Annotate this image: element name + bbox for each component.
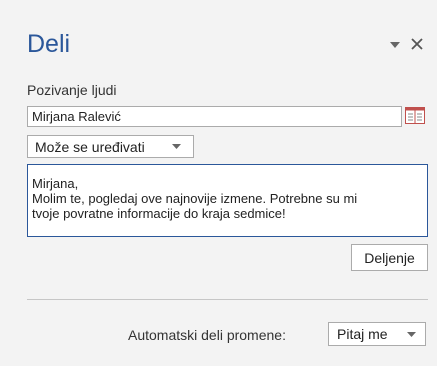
auto-share-label: Automatski deli promene: [128,327,286,343]
message-line: tvoje povratne informacije do kraja sedm… [32,206,286,221]
pane-title: Deli [27,30,71,58]
permission-selected-value: Može se uređivati [35,138,145,155]
permission-dropdown[interactable]: Može se uređivati [27,135,194,158]
message-line: Molim te, pogledaj ove najnovije izmene.… [32,191,358,206]
share-pane: Deli Pozivanje ljudi Mirjana Ralević Mož… [0,0,437,366]
chevron-down-icon [167,144,185,149]
pane-options-button[interactable] [388,38,402,52]
invite-people-label: Pozivanje ljudi [27,82,117,98]
auto-share-dropdown[interactable]: Pitaj me [328,322,426,346]
chevron-down-icon [390,42,400,48]
message-textarea[interactable]: Mirjana, Molim te, pogledaj ove najnovij… [27,164,428,237]
message-line: Mirjana, [32,176,79,191]
invite-names-input[interactable]: Mirjana Ralević [27,106,402,127]
close-icon [411,38,423,50]
auto-share-selected-value: Pitaj me [337,326,388,342]
chevron-down-icon [403,331,419,337]
address-book-button[interactable] [403,104,427,126]
divider [27,299,428,300]
pane-close-button[interactable] [407,33,427,55]
address-book-icon [405,106,425,124]
share-button[interactable]: Deljenje [351,244,428,271]
